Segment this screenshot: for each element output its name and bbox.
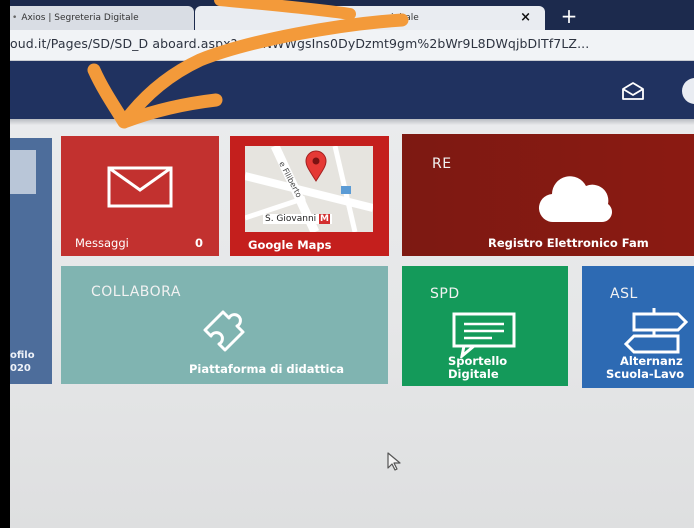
tile-code: RE xyxy=(432,156,452,172)
header-envelope-icon[interactable] xyxy=(621,82,645,100)
map-thumbnail: e Filiberto S. Giovanni M xyxy=(245,146,373,232)
browser-tab-strip: • Axios | Segreteria Digitale igitale × + xyxy=(10,0,694,30)
envelope-icon xyxy=(107,166,173,208)
signpost-icon xyxy=(624,308,688,354)
tile-label: Piattaforma di didattica xyxy=(189,362,345,376)
tile-label: Scuola-Lavo xyxy=(606,367,685,381)
tile-profilo[interactable]: ofilo 020 xyxy=(10,138,52,384)
cloud-icon xyxy=(538,176,612,223)
tile-sportello-digitale[interactable]: SPD Sportello Digitale xyxy=(402,266,568,386)
tile-label: 020 xyxy=(10,363,31,374)
tile-collabora[interactable]: COLLABORA Piattaforma di didattica xyxy=(61,266,388,384)
tile-label: Alternanz xyxy=(620,354,683,368)
tile-registro-elettronico[interactable]: RE Registro Elettronico Fam xyxy=(402,134,694,256)
tab-title: Axios | Segreteria Digitale xyxy=(21,13,139,23)
tile-label: Digitale xyxy=(448,367,499,381)
tab-favicon-icon: • xyxy=(12,13,18,23)
tile-label: Sportello xyxy=(448,354,508,368)
tile-label: Messaggi xyxy=(75,236,129,250)
header-shadow xyxy=(10,119,694,125)
map-station-label: S. Giovanni M xyxy=(263,214,333,224)
browser-tab-axios[interactable]: • Axios | Segreteria Digitale xyxy=(10,6,194,30)
tile-asl[interactable]: ASL Alternanz Scuola-Lavo xyxy=(582,266,694,388)
chat-icon xyxy=(452,312,516,358)
map-pin-icon xyxy=(305,150,327,182)
avatar-icon xyxy=(10,150,36,194)
tile-google-maps[interactable]: e Filiberto S. Giovanni M Google Maps xyxy=(230,136,389,256)
browser-tab-active[interactable]: igitale × xyxy=(195,6,545,30)
tile-label: Registro Elettronico Fam xyxy=(488,236,649,250)
mouse-cursor-icon xyxy=(387,452,401,471)
screen: • Axios | Segreteria Digitale igitale × +… xyxy=(10,0,694,528)
new-tab-button[interactable]: + xyxy=(556,4,582,28)
tile-label: Google Maps xyxy=(248,238,332,252)
close-tab-icon[interactable]: × xyxy=(520,6,531,30)
app-header xyxy=(10,61,694,119)
tile-code: COLLABORA xyxy=(91,284,181,300)
tile-messaggi[interactable]: Messaggi 0 xyxy=(61,136,219,256)
tab-title: igitale xyxy=(391,13,419,23)
tile-code: SPD xyxy=(430,286,460,302)
puzzle-icon xyxy=(203,310,245,352)
metro-icon: M xyxy=(319,214,331,224)
tile-code: ASL xyxy=(610,286,638,302)
tile-label: ofilo xyxy=(10,350,35,361)
url-text: oud.it/Pages/SD/SD_D aboard.aspx?s=uNWWg… xyxy=(10,36,590,51)
address-bar[interactable]: oud.it/Pages/SD/SD_D aboard.aspx?s=uNWWg… xyxy=(10,30,694,61)
message-count-badge: 0 xyxy=(195,236,204,250)
